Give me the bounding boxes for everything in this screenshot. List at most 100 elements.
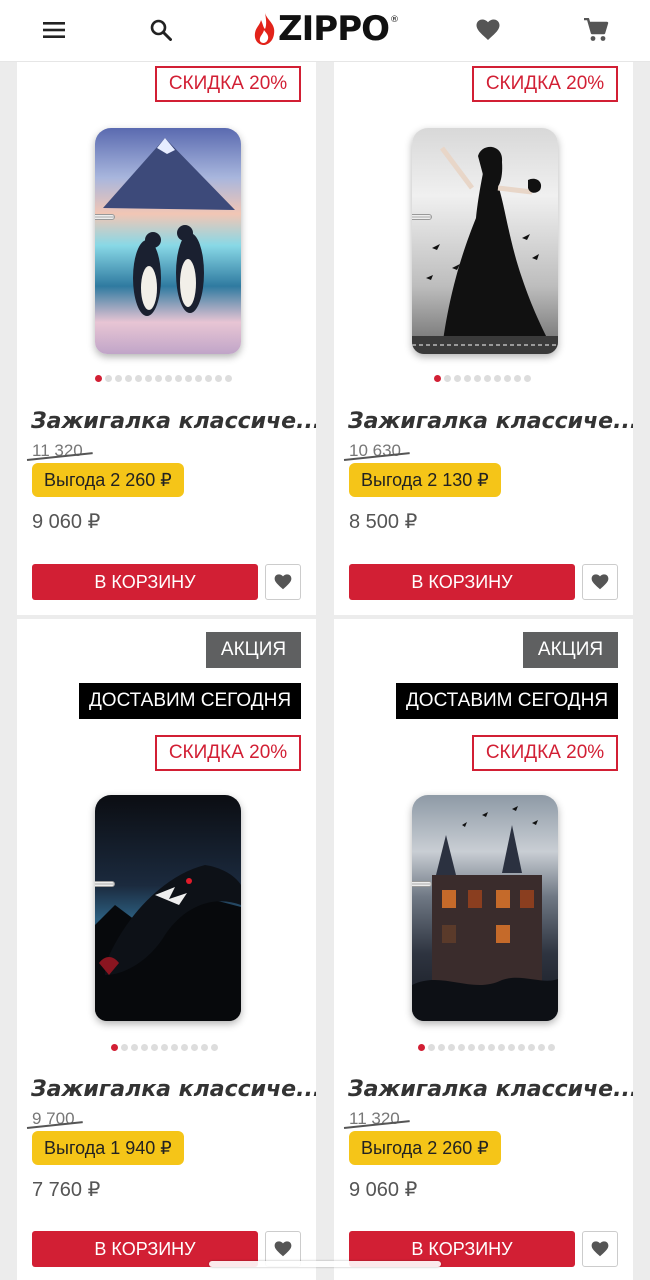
current-price: 9 060 ₽: [32, 511, 101, 533]
pagination-dot[interactable]: [478, 1044, 485, 1051]
product-card[interactable]: АКЦИЯ ДОСТАВИМ СЕГОДНЯ СКИДКА 20% Зажига…: [17, 619, 316, 1280]
product-image[interactable]: [412, 795, 558, 1021]
shopping-cart-icon[interactable]: [578, 12, 614, 48]
benefit-badge: Выгода 2 130 ₽: [349, 463, 501, 497]
pagination-dot[interactable]: [95, 375, 102, 382]
lighter-hinge: [95, 881, 115, 887]
logo-text: ZIPPO: [278, 9, 390, 49]
home-indicator[interactable]: [209, 1261, 441, 1267]
benefit-badge: Выгода 2 260 ₽: [349, 1131, 501, 1165]
pagination-dot[interactable]: [488, 1044, 495, 1051]
product-image[interactable]: [412, 128, 558, 354]
pagination-dot[interactable]: [484, 375, 491, 382]
flame-icon: [254, 13, 275, 45]
current-price: 7 760 ₽: [32, 1179, 101, 1201]
pagination-dot[interactable]: [131, 1044, 138, 1051]
same-day-delivery-badge: ДОСТАВИМ СЕГОДНЯ: [79, 683, 301, 719]
pagination-dot[interactable]: [175, 375, 182, 382]
pagination-dot[interactable]: [468, 1044, 475, 1051]
pagination-dot[interactable]: [524, 375, 531, 382]
pagination-dot[interactable]: [145, 375, 152, 382]
pagination-dot[interactable]: [528, 1044, 535, 1051]
pagination-dot[interactable]: [171, 1044, 178, 1051]
heart-icon: [591, 574, 609, 590]
pagination-dot[interactable]: [215, 375, 222, 382]
pagination-dot[interactable]: [498, 1044, 505, 1051]
pagination-dot[interactable]: [428, 1044, 435, 1051]
pagination-dot[interactable]: [121, 1044, 128, 1051]
pagination-dot[interactable]: [438, 1044, 445, 1051]
pagination-dot[interactable]: [538, 1044, 545, 1051]
pagination-dot[interactable]: [548, 1044, 555, 1051]
pagination-dot[interactable]: [105, 375, 112, 382]
image-pagination[interactable]: [418, 1044, 555, 1051]
discount-badge: СКИДКА 20%: [472, 66, 618, 102]
add-to-cart-button[interactable]: В КОРЗИНУ: [349, 564, 575, 600]
pagination-dot[interactable]: [125, 375, 132, 382]
pagination-dot[interactable]: [514, 375, 521, 382]
pagination-dot[interactable]: [504, 375, 511, 382]
pagination-dot[interactable]: [181, 1044, 188, 1051]
benefit-badge: Выгода 2 260 ₽: [32, 463, 184, 497]
zippo-logo[interactable]: ZIPPO ®: [252, 9, 399, 49]
heart-icon: [274, 574, 292, 590]
pagination-dot[interactable]: [191, 1044, 198, 1051]
product-title[interactable]: Зажигалка классиче...: [348, 1077, 633, 1102]
product-card[interactable]: СКИДКА 20% Зажигалка классиче... 10 630 …: [334, 62, 633, 615]
heart-icon[interactable]: [470, 12, 506, 48]
pagination-dot[interactable]: [418, 1044, 425, 1051]
pagination-dot[interactable]: [161, 1044, 168, 1051]
pagination-dot[interactable]: [185, 375, 192, 382]
add-to-favorites-button[interactable]: [582, 1231, 618, 1267]
discount-badge: СКИДКА 20%: [155, 735, 301, 771]
pagination-dot[interactable]: [165, 375, 172, 382]
add-to-cart-button[interactable]: В КОРЗИНУ: [32, 564, 258, 600]
pagination-dot[interactable]: [508, 1044, 515, 1051]
pagination-dot[interactable]: [201, 1044, 208, 1051]
add-to-favorites-button[interactable]: [265, 564, 301, 600]
heart-icon: [274, 1241, 292, 1257]
discount-badge: СКИДКА 20%: [472, 735, 618, 771]
pagination-dot[interactable]: [464, 375, 471, 382]
current-price: 9 060 ₽: [349, 1179, 418, 1201]
product-image[interactable]: [95, 795, 241, 1021]
pagination-dot[interactable]: [434, 375, 441, 382]
pagination-dot[interactable]: [111, 1044, 118, 1051]
pagination-dot[interactable]: [115, 375, 122, 382]
pagination-dot[interactable]: [141, 1044, 148, 1051]
pagination-dot[interactable]: [151, 1044, 158, 1051]
product-title[interactable]: Зажигалка классиче...: [31, 409, 316, 434]
add-to-favorites-button[interactable]: [582, 564, 618, 600]
pagination-dot[interactable]: [458, 1044, 465, 1051]
lighter-hinge: [412, 881, 432, 887]
image-pagination[interactable]: [434, 375, 531, 382]
product-title[interactable]: Зажигалка классиче...: [31, 1077, 316, 1102]
pagination-dot[interactable]: [205, 375, 212, 382]
pagination-dot[interactable]: [448, 1044, 455, 1051]
lighter-hinge: [95, 214, 115, 220]
pagination-dot[interactable]: [225, 375, 232, 382]
pagination-dot[interactable]: [211, 1044, 218, 1051]
current-price: 8 500 ₽: [349, 511, 418, 533]
product-title[interactable]: Зажигалка классиче...: [348, 409, 633, 434]
product-card[interactable]: СКИДКА 20% Зажигалка классиче... 11 320 …: [17, 62, 316, 615]
pagination-dot[interactable]: [155, 375, 162, 382]
pagination-dot[interactable]: [444, 375, 451, 382]
pagination-dot[interactable]: [195, 375, 202, 382]
product-image[interactable]: [95, 128, 241, 354]
heart-icon: [591, 1241, 609, 1257]
pagination-dot[interactable]: [454, 375, 461, 382]
image-pagination[interactable]: [95, 375, 232, 382]
pagination-dot[interactable]: [135, 375, 142, 382]
product-card[interactable]: АКЦИЯ ДОСТАВИМ СЕГОДНЯ СКИДКА 20% Зажига…: [334, 619, 633, 1280]
image-pagination[interactable]: [111, 1044, 218, 1051]
pagination-dot[interactable]: [518, 1044, 525, 1051]
search-icon[interactable]: [143, 12, 179, 48]
hamburger-menu-icon[interactable]: [36, 12, 72, 48]
promo-badge: АКЦИЯ: [523, 632, 618, 668]
registered-mark: ®: [390, 15, 400, 25]
promo-badge: АКЦИЯ: [206, 632, 301, 668]
benefit-badge: Выгода 1 940 ₽: [32, 1131, 184, 1165]
pagination-dot[interactable]: [474, 375, 481, 382]
pagination-dot[interactable]: [494, 375, 501, 382]
